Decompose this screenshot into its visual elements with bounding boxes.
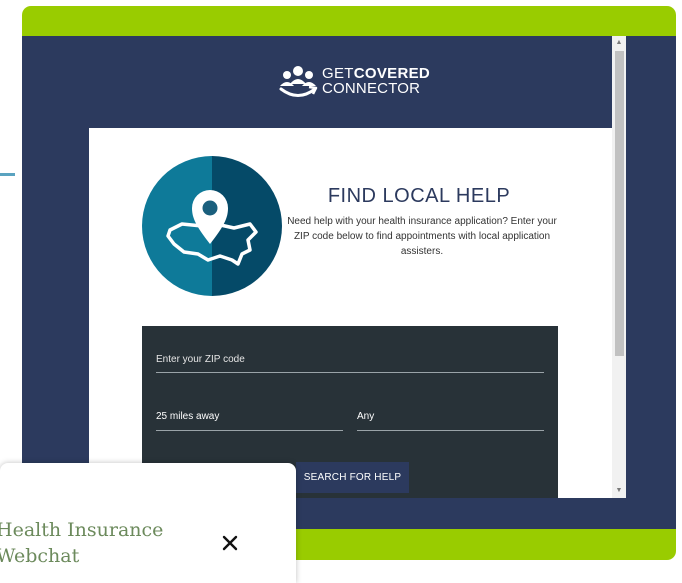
map-pin-usa-icon — [142, 156, 282, 296]
webchat-popup[interactable]: Health Insurance Webchat — [0, 463, 296, 583]
close-icon[interactable] — [219, 532, 241, 554]
scrollbar-thumb[interactable] — [615, 51, 624, 356]
webchat-title-line2: Webchat — [0, 545, 80, 567]
get-covered-connector-logo: GETCOVERED CONNECTOR — [278, 62, 468, 100]
distance-select[interactable]: 25 miles away — [156, 404, 343, 431]
zip-code-input[interactable] — [156, 346, 544, 373]
embedded-widget-viewport[interactable]: GETCOVERED CONNECTOR FIND LOCAL HELP Nee… — [36, 36, 626, 498]
webchat-title-line1: Health Insurance — [0, 519, 164, 541]
logo-wordmark-bottom: CONNECTOR — [322, 80, 421, 97]
assistance-type-select[interactable]: Any — [357, 404, 544, 431]
find-help-description: Need help with your health insurance app… — [287, 216, 557, 257]
scroll-down-arrow-icon[interactable]: ▼ — [612, 484, 626, 498]
webchat-title: Health Insurance Webchat — [0, 517, 196, 569]
widget-frame-body: GETCOVERED CONNECTOR FIND LOCAL HELP Nee… — [22, 36, 676, 529]
search-for-help-button[interactable]: SEARCH FOR HELP — [296, 462, 409, 493]
find-help-card: FIND LOCAL HELP Need help with your heal… — [89, 128, 626, 498]
page-accent-rule — [0, 173, 15, 176]
find-help-heading: FIND LOCAL HELP — [327, 185, 511, 207]
scroll-up-arrow-icon[interactable]: ▲ — [612, 36, 626, 50]
vertical-scrollbar[interactable]: ▲ ▼ — [612, 36, 626, 498]
people-group-logo-icon — [279, 66, 318, 97]
